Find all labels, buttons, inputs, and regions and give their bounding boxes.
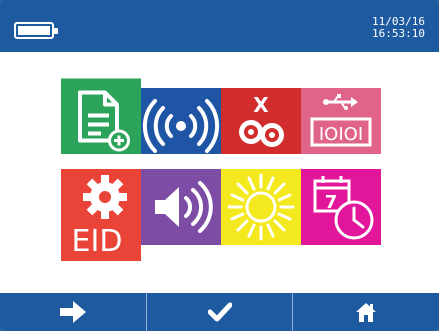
tile-usb-label: IOIOI	[319, 124, 363, 145]
tile-usb[interactable]: IOIOI	[301, 88, 381, 154]
clock: 11/03/16 16:53:10	[325, 16, 425, 40]
tile-eid-settings[interactable]: EID	[61, 169, 141, 261]
home-button[interactable]	[292, 293, 439, 331]
home-icon	[356, 303, 377, 322]
eid-settings-icon: EID	[61, 169, 141, 261]
confirm-button[interactable]	[145, 293, 293, 331]
device-screen: 11/03/16 16:53:10 X IOIOI EID 7	[0, 0, 439, 331]
tile-new-document[interactable]	[61, 73, 141, 154]
tile-brightness[interactable]	[221, 169, 301, 245]
arrow-right-icon	[59, 301, 86, 323]
tile-eid-label: EID	[72, 224, 123, 259]
menu-grid: X IOIOI EID 7	[61, 73, 381, 261]
new-document-icon	[61, 78, 141, 154]
tile-date-time[interactable]: 7	[301, 169, 381, 245]
tile-delete-records[interactable]: X	[221, 88, 301, 154]
tile-date-label: 7	[325, 192, 338, 213]
checkmark-icon	[207, 302, 232, 322]
next-button[interactable]	[0, 293, 146, 331]
volume-icon	[141, 169, 221, 245]
tile-wireless[interactable]	[141, 88, 221, 154]
delete-records-icon: X	[221, 88, 301, 154]
status-bar: 11/03/16 16:53:10	[0, 0, 439, 52]
usb-connection-icon: IOIOI	[301, 88, 381, 154]
tile-volume[interactable]	[141, 169, 221, 245]
bottom-nav	[0, 293, 439, 331]
brightness-icon	[221, 169, 301, 245]
date-time-icon: 7	[301, 169, 381, 245]
time-text: 16:53:10	[372, 27, 425, 40]
wireless-signal-icon	[141, 88, 221, 154]
battery-icon	[14, 22, 58, 39]
tile-x-label: X	[253, 93, 269, 117]
